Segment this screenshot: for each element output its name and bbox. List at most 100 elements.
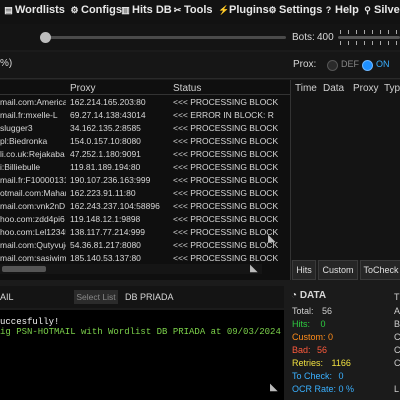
bots-slider-track[interactable] bbox=[338, 36, 400, 39]
right-column-letter: C bbox=[394, 345, 400, 355]
cell-proxy: 47.252.1.180:9091 bbox=[70, 149, 141, 159]
radio-def[interactable] bbox=[327, 60, 338, 71]
menu-plugins[interactable]: ⚡Plugins bbox=[218, 4, 269, 16]
table-row[interactable]: mail.com:vnk2nD 162.243.237.104:58896 <<< … bbox=[0, 200, 290, 213]
bots-tick bbox=[372, 30, 373, 34]
bots-tick bbox=[356, 41, 357, 45]
retries-stat: Retries: 1166 bbox=[292, 358, 351, 368]
cell-data: hoo.com:zdd4pi6 bbox=[0, 214, 65, 224]
cell-proxy: 138.117.77.214:999 bbox=[70, 227, 145, 237]
cell-proxy: 34.162.135.2:8585 bbox=[70, 123, 141, 133]
cell-status: <<< PROCESSING BLOCK bbox=[173, 136, 279, 146]
cell-data: otmail.com:Mahar bbox=[0, 188, 66, 198]
stat-label: To Check: bbox=[292, 371, 333, 381]
right-column-letter: T bbox=[394, 292, 400, 302]
menu-help[interactable]: ? Help bbox=[324, 4, 359, 16]
column-header-status[interactable]: Status bbox=[173, 83, 201, 94]
cell-proxy: 185.140.53.137:80 bbox=[70, 253, 141, 263]
stat-value: 56 bbox=[317, 345, 328, 355]
resize-icon[interactable]: ◣ bbox=[270, 382, 278, 393]
table-row[interactable]: mail.com:America 162.214.165.203:80 <<< PR… bbox=[0, 96, 290, 109]
column-header-type[interactable]: Typ bbox=[384, 83, 400, 94]
cell-status: <<< PROCESSING BLOCK bbox=[173, 188, 279, 198]
column-header-data[interactable]: Data bbox=[323, 83, 344, 94]
right-column-letter: B bbox=[394, 319, 400, 329]
bots-value: 400 bbox=[317, 32, 334, 43]
cell-proxy: 119.81.189.194:80 bbox=[70, 162, 141, 172]
bots-tick bbox=[372, 41, 373, 45]
menu-label: Tools bbox=[184, 4, 213, 16]
menu-tools[interactable]: ✂ Tools bbox=[173, 4, 213, 16]
custom-stat: Custom: 0 bbox=[292, 332, 333, 342]
bots-tick bbox=[388, 41, 389, 45]
proxy-label: Prox: bbox=[293, 59, 317, 70]
cell-status: <<< PROCESSING BLOCK bbox=[173, 253, 279, 263]
cell-status: <<< PROCESSING BLOCK bbox=[173, 214, 279, 224]
stat-label: OCR Rate: bbox=[292, 384, 337, 394]
cell-status: <<< PROCESSING BLOCK bbox=[173, 175, 279, 185]
menu-label: Settings bbox=[279, 4, 323, 16]
proxy-bar bbox=[0, 52, 400, 79]
menu-configs[interactable]: ⚙ Configs bbox=[70, 4, 122, 16]
menu-wordlists[interactable]: ▤ Wordlists bbox=[4, 4, 65, 16]
right-column-letter: L bbox=[394, 384, 400, 394]
column-header-proxy[interactable]: Proxy bbox=[353, 83, 379, 94]
data-title-text: DATA bbox=[299, 290, 327, 301]
resize-icon[interactable]: ◣ bbox=[268, 233, 276, 244]
stat-value: 1166 bbox=[331, 358, 351, 368]
table-row[interactable]: pl:Biedronka 154.0.157.10:8080 <<< PROCESS… bbox=[0, 135, 290, 148]
hits-button[interactable]: Hits bbox=[292, 260, 316, 280]
custom-button[interactable]: Custom bbox=[318, 260, 358, 280]
table-row[interactable]: mail.fr:F100001316 190.107.236.163:999 <<<… bbox=[0, 174, 290, 187]
scrollbar-thumb[interactable] bbox=[2, 266, 46, 272]
menu-bar: ▤ Wordlists ⚙ Configs ▥ Hits DB ✂ Tools ⚡Plu… bbox=[0, 0, 400, 25]
cell-data: pl:Biedronka bbox=[0, 136, 48, 146]
bots-label: Bots: bbox=[292, 32, 315, 43]
bots-tick bbox=[364, 41, 365, 45]
cell-status: <<< PROCESSING BLOCK bbox=[173, 201, 279, 211]
table-row[interactable]: mail.com:Qutyvuje 54.36.81.217:8080 <<< PR… bbox=[0, 239, 290, 252]
stat-value: 0 bbox=[338, 371, 344, 381]
cell-proxy: 69.27.14.138:43014 bbox=[70, 110, 146, 120]
cell-data: hoo.com:Lel12345t bbox=[0, 227, 66, 237]
table-row[interactable]: mail.fr:mxelle-L 69.27.14.138:43014 <<< ER… bbox=[0, 109, 290, 122]
hits-stat: Hits: 0 bbox=[292, 319, 326, 329]
cell-status: <<< PROCESSING BLOCK bbox=[173, 97, 279, 107]
select-list-button[interactable]: Select List bbox=[74, 290, 118, 304]
radio-on[interactable] bbox=[362, 60, 373, 71]
menu-settings[interactable]: ⚙ Settings bbox=[268, 4, 322, 16]
stat-label: Total: bbox=[292, 306, 314, 316]
wordlist-icon: ▤ bbox=[4, 5, 13, 15]
settings-icon: ⚙ bbox=[268, 5, 277, 15]
table-row[interactable]: i:Billiebulle 119.81.189.194:80 <<< PROCES… bbox=[0, 161, 290, 174]
bots-tick bbox=[380, 30, 381, 34]
percent-label: %) bbox=[0, 58, 13, 69]
menu-label: Silver bbox=[374, 4, 400, 16]
total-stat: Total: 56 bbox=[292, 306, 332, 316]
table-row[interactable]: slugger3 34.162.135.2:8585 <<< PROCESSING … bbox=[0, 122, 290, 135]
stat-value: 56 bbox=[322, 306, 333, 316]
table-row[interactable]: hoo.com:zdd4pi6 119.148.12.1:9898 <<< PROC… bbox=[0, 213, 290, 226]
progress-slider-knob[interactable] bbox=[40, 32, 51, 43]
log-line: uccesfully! bbox=[0, 317, 60, 327]
resize-icon[interactable]: ◣ bbox=[250, 263, 258, 274]
cell-data: mail.com:Qutyvuje bbox=[0, 240, 66, 250]
tocheck-button[interactable]: ToCheck bbox=[360, 260, 400, 280]
stat-label: Custom: bbox=[292, 332, 326, 342]
menu-silver[interactable]: ⚲Silver bbox=[363, 4, 400, 16]
table-header-divider bbox=[0, 94, 290, 95]
table-row[interactable]: hoo.com:Lel12345t 138.117.77.214:999 <<< P… bbox=[0, 226, 290, 239]
cell-proxy: 162.243.237.104:58896 bbox=[70, 201, 160, 211]
progress-slider-track[interactable] bbox=[46, 36, 286, 39]
column-header-proxy[interactable]: Proxy bbox=[70, 83, 96, 94]
column-header-time[interactable]: Time bbox=[295, 83, 317, 94]
cell-data: mail.fr:mxelle-L bbox=[0, 110, 58, 120]
right-column-letter: C bbox=[394, 358, 400, 368]
plug-icon: ⚡ bbox=[218, 5, 230, 15]
table-row[interactable]: li.co.uk:Rejakaba 47.252.1.180:9091 <<< PR… bbox=[0, 148, 290, 161]
hits-table bbox=[291, 80, 400, 260]
cell-data: li.co.uk:Rejakaba bbox=[0, 149, 65, 159]
table-row[interactable]: otmail.com:Mahar 162.223.91.11:80 <<< PROC… bbox=[0, 187, 290, 200]
data-panel bbox=[286, 286, 392, 400]
menu-hitsdb[interactable]: ▥ Hits DB bbox=[121, 4, 172, 16]
